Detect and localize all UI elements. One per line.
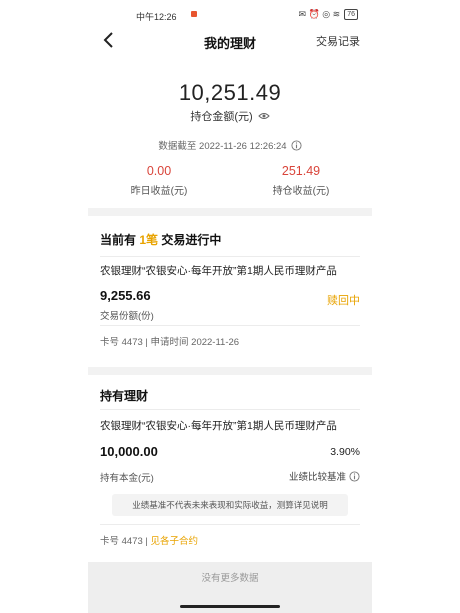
pending-section-title: 当前有 1笔 交易进行中 xyxy=(100,231,221,248)
holding-earnings-value: 251.49 xyxy=(281,164,321,178)
pending-meta: 卡号 4473 | 申请时间 2022-11-26 xyxy=(100,337,240,348)
pending-product-name[interactable]: 农银理财“农银安心·每年开放”第1期人民币理财产品 xyxy=(100,264,362,278)
holding-card-text: 卡号 4473 | xyxy=(100,536,151,547)
status-bar: 中午12:26 ✉ ⏰ ◎ ≋ 76 xyxy=(88,0,372,26)
yesterday-earnings: 0.00 昨日收益(元) xyxy=(88,164,230,197)
section-divider xyxy=(88,208,372,216)
footer-text: 没有更多数据 xyxy=(201,573,259,584)
transaction-records-link[interactable]: 交易记录 xyxy=(316,33,360,49)
holding-product-name[interactable]: 农银理财“农银安心·每年开放”第1期人民币理财产品 xyxy=(100,419,362,433)
total-label-row: 持仓金额(元) xyxy=(88,108,372,124)
divider xyxy=(100,256,360,257)
phone-screen: 中午12:26 ✉ ⏰ ◎ ≋ 76 我的理财 交易记录 10,251.49 持… xyxy=(88,0,372,613)
data-time: 数据截至 2022-11-26 12:26:24 xyxy=(158,141,287,152)
holding-amount-label: 持有本金(元) xyxy=(100,473,154,484)
redeeming-status: 赎回中 xyxy=(327,295,360,307)
home-indicator[interactable] xyxy=(180,605,280,608)
info-icon[interactable] xyxy=(291,139,302,151)
pending-amount-label: 交易份额(份) xyxy=(100,311,154,322)
data-time-row: 数据截至 2022-11-26 12:26:24 xyxy=(88,138,372,152)
status-icons: ✉ ⏰ ◎ ≋ 76 xyxy=(299,9,358,20)
holding-earnings: 251.49 持仓收益(元) xyxy=(230,164,372,197)
holding-card-row: 卡号 4473 | 见各子合约 xyxy=(100,533,198,547)
pending-title-suffix: 交易进行中 xyxy=(161,233,222,247)
eye-icon[interactable] xyxy=(257,112,270,120)
section-divider xyxy=(88,367,372,375)
divider xyxy=(100,524,360,525)
status-glyphs: ✉ ⏰ ◎ ≋ xyxy=(298,9,341,19)
holding-section-title: 持有理财 xyxy=(100,389,149,403)
yesterday-earnings-label: 昨日收益(元) xyxy=(130,186,188,197)
benchmark-label-row: 业绩比较基准 xyxy=(289,469,360,483)
yesterday-earnings-value: 0.00 xyxy=(146,164,172,178)
total-amount: 10,251.49 xyxy=(178,80,282,105)
status-time: 中午12:26 xyxy=(136,12,177,22)
holding-amount: 10,000.00 xyxy=(100,444,158,459)
pending-amount: 9,255.66 xyxy=(100,288,151,303)
total-label: 持仓金额(元) xyxy=(190,111,253,123)
divider xyxy=(100,409,360,410)
info-icon[interactable] xyxy=(349,470,360,482)
notification-icon xyxy=(191,11,197,17)
benchmark-note: 业绩基准不代表未来表现和实际收益，测算详见说明 xyxy=(112,494,348,516)
benchmark-rate: 3.90% xyxy=(330,446,360,458)
holding-earnings-label: 持仓收益(元) xyxy=(272,186,330,197)
benchmark-label: 业绩比较基准 xyxy=(288,472,346,483)
battery-icon: 76 xyxy=(344,9,358,20)
sub-contract-link[interactable]: 见各子合约 xyxy=(151,536,199,547)
pending-count: 1笔 xyxy=(139,233,159,247)
nav-bar: 我的理财 交易记录 xyxy=(88,26,372,56)
pending-title-prefix: 当前有 xyxy=(100,233,137,247)
divider xyxy=(100,325,360,326)
